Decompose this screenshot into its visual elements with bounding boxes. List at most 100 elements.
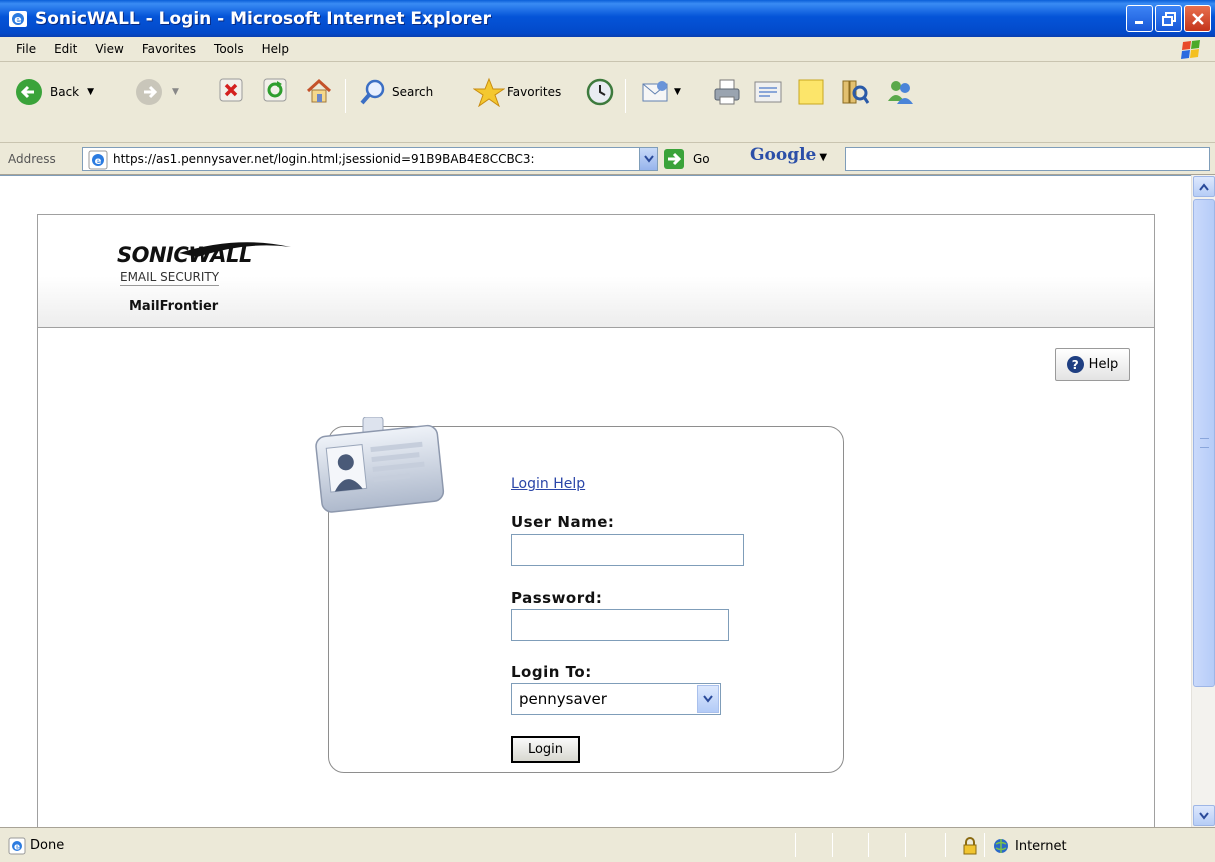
- login-button-label: Login: [527, 742, 564, 757]
- search-button[interactable]: Search: [358, 77, 433, 107]
- back-arrow-icon: [16, 79, 42, 105]
- page-icon: e: [88, 150, 108, 170]
- research-button[interactable]: [840, 77, 870, 107]
- username-input[interactable]: [511, 534, 744, 566]
- close-button[interactable]: [1184, 5, 1211, 32]
- menu-file[interactable]: File: [8, 42, 44, 56]
- messenger-icon: [888, 81, 913, 104]
- menu-edit[interactable]: Edit: [46, 42, 85, 56]
- logo-swoosh-icon: [179, 242, 291, 257]
- mail-button[interactable]: ▼: [640, 77, 681, 107]
- sticky-note-icon: [798, 79, 824, 105]
- search-icon: [360, 79, 385, 105]
- google-label: Google: [750, 145, 817, 165]
- maximize-button[interactable]: [1155, 5, 1182, 32]
- history-icon: [586, 78, 614, 106]
- sonicwall-logo: SONICWALL EMAIL SECURITY MailFrontier: [117, 241, 291, 321]
- page-done-icon: e: [8, 837, 26, 855]
- login-to-label: Login To:: [511, 663, 592, 681]
- favorites-button[interactable]: Favorites: [473, 77, 561, 107]
- mail-dropdown-icon[interactable]: ▼: [674, 87, 681, 97]
- home-button[interactable]: [304, 77, 334, 105]
- window-title: SonicWALL - Login - Microsoft Internet E…: [35, 8, 491, 29]
- login-to-dropdown[interactable]: [697, 685, 719, 713]
- menu-view[interactable]: View: [87, 42, 131, 56]
- menu-help[interactable]: Help: [254, 42, 297, 56]
- content-viewport: SONICWALL EMAIL SECURITY MailFrontier ? …: [0, 175, 1215, 834]
- print-button[interactable]: [712, 77, 742, 107]
- scroll-grip-icon: [1200, 438, 1209, 448]
- favorites-star-icon: [473, 77, 505, 107]
- scroll-up-button[interactable]: [1193, 176, 1215, 197]
- menu-tools[interactable]: Tools: [206, 42, 252, 56]
- address-dropdown[interactable]: [639, 148, 657, 170]
- address-label: Address: [8, 152, 56, 166]
- vertical-scrollbar[interactable]: [1191, 175, 1215, 827]
- forward-button[interactable]: ▼: [134, 77, 179, 107]
- google-toolbar-button[interactable]: Google ▼: [750, 145, 827, 165]
- restore-icon: [1161, 11, 1176, 26]
- security-zone: Internet: [993, 838, 1067, 854]
- chevron-down-icon: [703, 695, 713, 703]
- close-icon: [1191, 12, 1204, 25]
- username-label: User Name:: [511, 513, 615, 531]
- menu-favorites[interactable]: Favorites: [134, 42, 204, 56]
- go-label: Go: [693, 152, 710, 166]
- back-label: Back: [50, 85, 80, 99]
- chevron-down-icon: [643, 155, 654, 163]
- stop-icon: [219, 78, 243, 102]
- refresh-button[interactable]: [262, 77, 288, 103]
- menu-bar: File Edit View Favorites Tools Help: [0, 37, 1215, 62]
- go-arrow-icon: [664, 149, 684, 169]
- chevron-up-icon: [1199, 182, 1209, 191]
- forward-arrow-icon: [136, 79, 162, 105]
- logo-subtitle: EMAIL SECURITY: [120, 270, 220, 286]
- windows-logo-icon: [1181, 40, 1200, 59]
- address-bar: Address e https://as1.pennysaver.net/log…: [0, 143, 1215, 175]
- print-icon: [714, 79, 740, 105]
- notes-button[interactable]: [796, 77, 826, 107]
- svg-text:e: e: [95, 156, 102, 167]
- svg-text:e: e: [14, 843, 20, 853]
- back-dropdown-icon[interactable]: ▼: [87, 87, 94, 97]
- help-question-icon: ?: [1066, 356, 1084, 373]
- login-to-value: pennysaver: [519, 690, 607, 708]
- svg-text:e: e: [14, 13, 21, 26]
- forward-dropdown-icon[interactable]: ▼: [172, 87, 179, 97]
- back-button[interactable]: Back ▼: [14, 77, 94, 107]
- history-button[interactable]: [585, 77, 615, 107]
- favorites-label: Favorites: [507, 85, 562, 99]
- logo-product: MailFrontier: [129, 299, 219, 314]
- scroll-down-button[interactable]: [1193, 805, 1215, 826]
- help-label: Help: [1088, 357, 1119, 372]
- edit-button[interactable]: [752, 77, 784, 107]
- research-icon: [842, 80, 870, 104]
- password-input[interactable]: [511, 609, 729, 641]
- google-dropdown-icon: ▼: [819, 152, 828, 163]
- go-button[interactable]: Go: [663, 148, 710, 170]
- status-text: Done: [30, 838, 65, 853]
- zone-label: Internet: [1015, 838, 1067, 854]
- google-search-input[interactable]: [845, 147, 1210, 171]
- title-bar: e SonicWALL - Login - Microsoft Internet…: [0, 0, 1215, 37]
- help-button[interactable]: ? Help: [1055, 348, 1130, 381]
- refresh-icon: [263, 78, 287, 102]
- password-label: Password:: [511, 589, 603, 607]
- mail-icon: [642, 81, 668, 102]
- lock-icon: [963, 837, 977, 855]
- edit-page-icon: [754, 81, 782, 103]
- minimize-button[interactable]: [1126, 5, 1153, 32]
- login-help-link[interactable]: Login Help: [511, 476, 585, 492]
- chevron-down-icon: [1199, 811, 1209, 820]
- login-to-select[interactable]: pennysaver: [511, 683, 721, 715]
- search-label: Search: [392, 85, 434, 99]
- status-bar: e Done Internet: [0, 827, 1215, 862]
- address-url: https://as1.pennysaver.net/login.html;js…: [113, 152, 535, 166]
- id-badge-icon: [315, 417, 445, 513]
- messenger-button[interactable]: [884, 77, 916, 107]
- stop-button[interactable]: [218, 77, 244, 103]
- address-input[interactable]: e https://as1.pennysaver.net/login.html;…: [82, 147, 658, 171]
- scroll-thumb[interactable]: [1193, 199, 1215, 687]
- ie-icon: e: [9, 10, 27, 27]
- login-button[interactable]: Login: [511, 736, 580, 763]
